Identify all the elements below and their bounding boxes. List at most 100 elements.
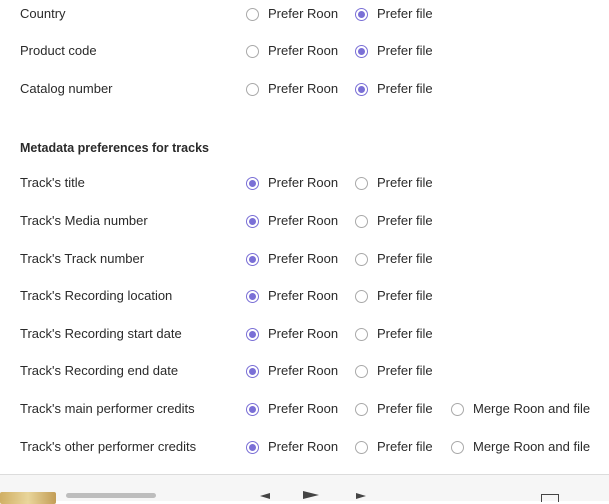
- next-track-icon[interactable]: [356, 493, 366, 499]
- preference-label: Country: [20, 6, 66, 21]
- prefer-file-radio[interactable]: Prefer file: [355, 361, 433, 381]
- radio-button[interactable]: [355, 364, 368, 378]
- preference-row-track-s-other-performer-credits: Track's other performer credits Prefer Ro…: [0, 437, 609, 457]
- radio-option-label: Prefer Roon: [268, 363, 339, 378]
- radio-button[interactable]: [246, 7, 259, 21]
- prefer-file-radio[interactable]: Prefer file: [355, 249, 433, 269]
- radio-option-label: Prefer file: [377, 43, 433, 58]
- radio-option-label: Prefer file: [377, 81, 433, 96]
- preference-label: Track's Recording start date: [20, 326, 182, 341]
- radio-option-label: Prefer file: [377, 439, 433, 454]
- preference-label: Track's other performer credits: [20, 439, 197, 454]
- prefer-roon-radio[interactable]: Prefer Roon: [246, 173, 338, 193]
- radio-button[interactable]: [246, 402, 259, 416]
- preference-row-track-s-main-performer-credits: Track's main performer credits Prefer Roo…: [0, 399, 609, 419]
- prefer-file-radio[interactable]: Prefer file: [355, 41, 433, 61]
- radio-option-label: Prefer file: [377, 6, 433, 21]
- previous-track-icon[interactable]: [260, 493, 270, 499]
- prefer-roon-radio[interactable]: Prefer Roon: [246, 41, 338, 61]
- preference-label: Product code: [20, 43, 97, 58]
- preference-label: Track's title: [20, 175, 85, 190]
- prefer-roon-radio[interactable]: Prefer Roon: [246, 437, 338, 457]
- radio-button[interactable]: [355, 327, 368, 341]
- preference-row-track-s-media-number: Track's Media number Prefer Roon Prefer fi…: [0, 211, 609, 231]
- prefer-roon-radio[interactable]: Prefer Roon: [246, 361, 338, 381]
- radio-button[interactable]: [246, 214, 259, 228]
- preference-label: Track's Track number: [20, 251, 145, 266]
- prefer-file-radio[interactable]: Prefer file: [355, 79, 433, 99]
- radio-button[interactable]: [246, 440, 259, 454]
- radio-button[interactable]: [355, 440, 368, 454]
- prefer-roon-radio[interactable]: Prefer Roon: [246, 249, 338, 269]
- preference-label: Track's main performer credits: [20, 401, 195, 416]
- prefer-roon-radio[interactable]: Prefer Roon: [246, 286, 338, 306]
- preference-row-track-s-recording-location: Track's Recording location Prefer Roon Pre…: [0, 286, 609, 306]
- tracks-section-title: Metadata preferences for tracks: [20, 141, 209, 155]
- radio-button[interactable]: [246, 364, 259, 378]
- prefer-file-radio[interactable]: Prefer file: [355, 399, 433, 419]
- radio-option-label: Prefer Roon: [268, 401, 339, 416]
- radio-option-label: Prefer file: [377, 213, 433, 228]
- radio-button[interactable]: [246, 44, 259, 58]
- radio-button[interactable]: [355, 252, 368, 266]
- prefer-roon-radio[interactable]: Prefer Roon: [246, 399, 338, 419]
- radio-option-label: Prefer file: [377, 401, 433, 416]
- expand-icon[interactable]: [541, 494, 559, 502]
- preference-label: Track's Media number: [20, 213, 148, 228]
- preference-row-track-s-track-number: Track's Track number Prefer Roon Prefer fi…: [0, 249, 609, 269]
- radio-option-label: Prefer Roon: [268, 175, 339, 190]
- radio-button[interactable]: [355, 289, 368, 303]
- prefer-roon-radio[interactable]: Prefer Roon: [246, 4, 338, 24]
- radio-button[interactable]: [246, 327, 259, 341]
- radio-option-label: Prefer file: [377, 251, 433, 266]
- preference-row-product-code: Product code Prefer Roon Prefer file: [0, 41, 609, 61]
- preference-row-track-s-recording-end-date: Track's Recording end date Prefer Roon Pre…: [0, 361, 609, 381]
- radio-option-label: Prefer file: [377, 363, 433, 378]
- preference-row-catalog-number: Catalog number Prefer Roon Prefer file: [0, 79, 609, 99]
- prefer-roon-radio[interactable]: Prefer Roon: [246, 324, 338, 344]
- radio-option-label: Prefer Roon: [268, 43, 339, 58]
- prefer-file-radio[interactable]: Prefer file: [355, 324, 433, 344]
- prefer-roon-radio[interactable]: Prefer Roon: [246, 211, 338, 231]
- album-art[interactable]: [0, 492, 56, 504]
- radio-option-label: Prefer Roon: [268, 81, 339, 96]
- radio-button[interactable]: [355, 214, 368, 228]
- radio-button[interactable]: [246, 289, 259, 303]
- radio-option-label: Prefer Roon: [268, 326, 339, 341]
- radio-option-label: Prefer file: [377, 326, 433, 341]
- radio-button[interactable]: [246, 82, 259, 96]
- radio-button[interactable]: [246, 252, 259, 266]
- radio-option-label: Prefer file: [377, 175, 433, 190]
- radio-button[interactable]: [246, 176, 259, 190]
- prefer-roon-radio[interactable]: Prefer Roon: [246, 79, 338, 99]
- prefer-file-radio[interactable]: Prefer file: [355, 286, 433, 306]
- radio-option-label: Merge Roon and file: [473, 439, 591, 454]
- preference-row-track-s-recording-start-date: Track's Recording start date Prefer Roon P…: [0, 324, 609, 344]
- radio-button[interactable]: [451, 440, 464, 454]
- radio-button[interactable]: [355, 402, 368, 416]
- play-icon[interactable]: [303, 491, 319, 499]
- radio-option-label: Prefer Roon: [268, 288, 339, 303]
- preference-row-country: Country Prefer Roon Prefer file: [0, 4, 609, 24]
- radio-option-label: Merge Roon and file: [473, 401, 591, 416]
- radio-button[interactable]: [355, 7, 368, 21]
- preference-label: Track's Recording location: [20, 288, 173, 303]
- radio-button[interactable]: [355, 82, 368, 96]
- radio-button[interactable]: [355, 176, 368, 190]
- merge-roon-and-file-radio[interactable]: Merge Roon and file: [451, 399, 590, 419]
- radio-button[interactable]: [451, 402, 464, 416]
- preference-label: Catalog number: [20, 81, 113, 96]
- prefer-file-radio[interactable]: Prefer file: [355, 173, 433, 193]
- merge-roon-and-file-radio[interactable]: Merge Roon and file: [451, 437, 590, 457]
- radio-button[interactable]: [355, 44, 368, 58]
- prefer-file-radio[interactable]: Prefer file: [355, 211, 433, 231]
- radio-option-label: Prefer Roon: [268, 251, 339, 266]
- player-bar: [0, 474, 609, 504]
- radio-option-label: Prefer Roon: [268, 439, 339, 454]
- preference-row-track-s-title: Track's title Prefer Roon Prefer file: [0, 173, 609, 193]
- radio-option-label: Prefer Roon: [268, 213, 339, 228]
- radio-option-label: Prefer Roon: [268, 6, 339, 21]
- prefer-file-radio[interactable]: Prefer file: [355, 437, 433, 457]
- preference-label: Track's Recording end date: [20, 363, 179, 378]
- prefer-file-radio[interactable]: Prefer file: [355, 4, 433, 24]
